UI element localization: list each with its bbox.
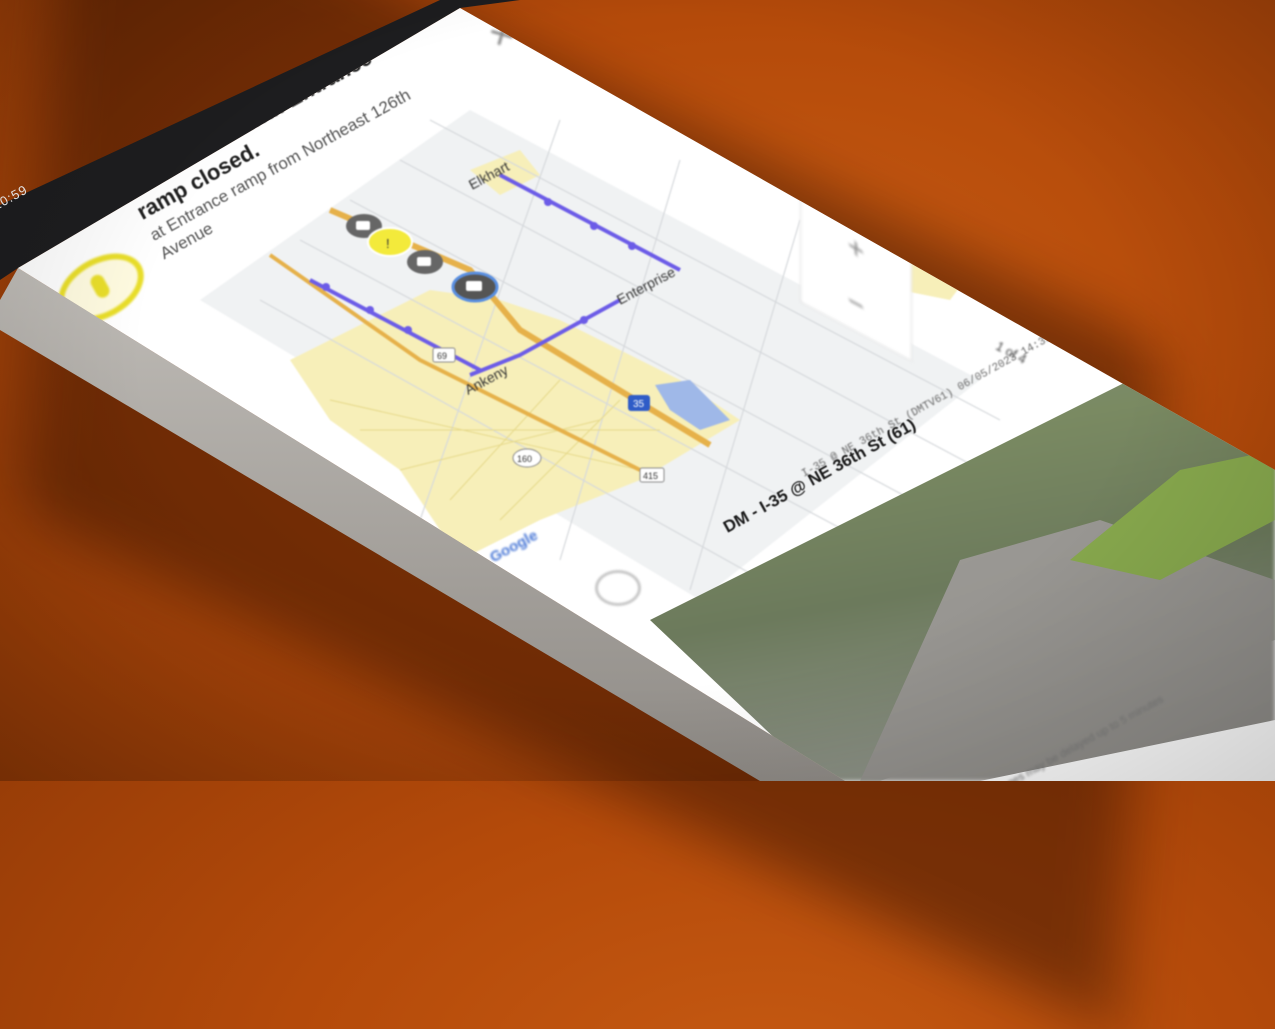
svg-text:415: 415: [643, 471, 658, 481]
svg-text:35: 35: [633, 399, 645, 410]
shield-69: 69: [432, 347, 456, 363]
svg-text:!: !: [386, 236, 390, 251]
camera-marker-selected: [451, 271, 499, 303]
shield-i35: 35: [628, 395, 650, 411]
camera-marker-2: [407, 250, 443, 274]
shield-160: 160: [512, 448, 542, 468]
shield-415: 415: [639, 467, 665, 483]
phone: 10:59 Elkhart Enterprise Ankeny 35 69 16…: [0, 0, 1275, 781]
svg-text:69: 69: [437, 351, 447, 361]
alert-marker: !: [367, 227, 413, 257]
refresh-icon[interactable]: [595, 570, 641, 606]
svg-text:160: 160: [517, 454, 532, 464]
